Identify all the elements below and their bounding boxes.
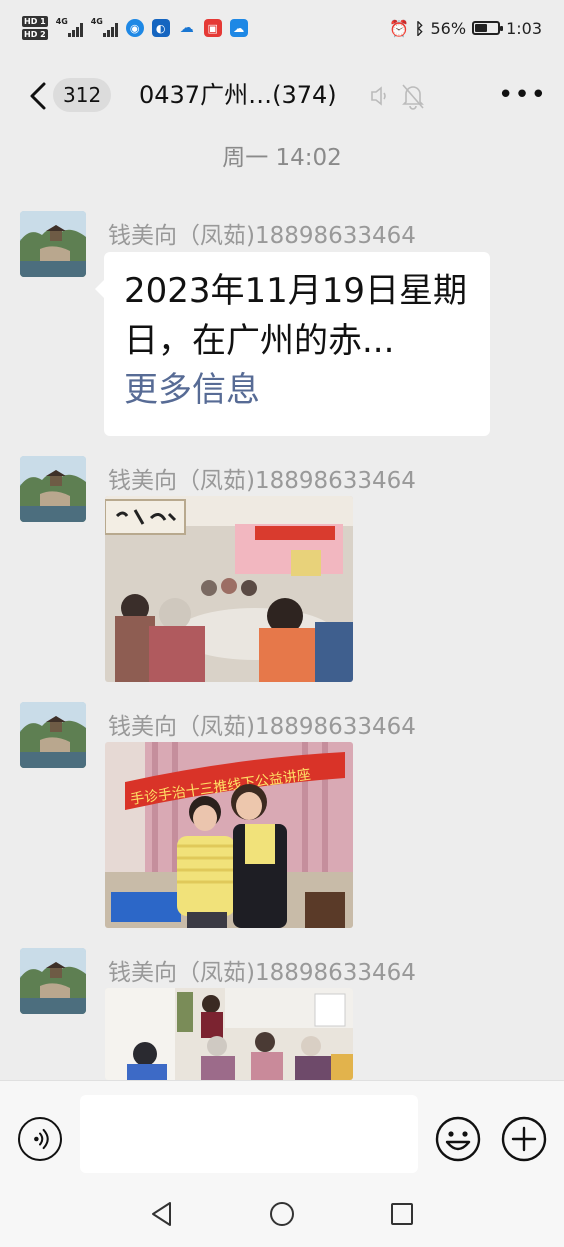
security-icon: ◐ [151, 19, 170, 37]
clock: 1:03 [506, 18, 542, 38]
image-message[interactable] [105, 496, 353, 682]
nav-back-icon[interactable] [146, 1198, 178, 1230]
mute-bell-icon [402, 84, 424, 110]
chat-header: 312 0437广州…(374) ••• [0, 56, 564, 136]
cloud-icon: ☁ [179, 20, 194, 36]
network-2-label: 4G [90, 17, 103, 26]
message-input[interactable] [80, 1095, 418, 1173]
sender-name: 钱美向（凤茹)18898633464 [108, 223, 416, 249]
status-right: ⏰ ᛒ 56% 1:03 [389, 19, 542, 38]
hd2-badge: HD 2 [22, 29, 48, 40]
time-divider: 周一 14:02 [222, 145, 342, 171]
network-1-label: 4G [55, 17, 68, 26]
more-icon[interactable]: ••• [498, 78, 546, 112]
battery-percent: 56% [430, 18, 467, 38]
books-icon: ▣ [203, 19, 222, 37]
battery-fill [475, 24, 488, 32]
chat-input-bar [0, 1080, 564, 1180]
photo-icon: 手诊手治十三推线下公益讲座 [105, 742, 353, 928]
photo-icon [105, 988, 353, 1080]
sender-avatar[interactable] [20, 702, 86, 768]
message-text: 2023年11月19日星期日，在广州的赤... [124, 271, 468, 361]
signal-1-icon: 4G [55, 17, 83, 37]
signal-2-icon: 4G [90, 17, 118, 37]
chat-title[interactable]: 0437广州…(374) [139, 74, 337, 116]
battery-icon [472, 21, 504, 35]
hd1-badge: HD 1 [22, 16, 48, 27]
avatar-image [20, 702, 86, 768]
earpiece-icon [371, 86, 386, 106]
image-message[interactable] [105, 988, 353, 1080]
sender-name: 钱美向（凤茹)18898633464 [108, 714, 416, 740]
hd-indicators: HD 1 HD 2 [22, 16, 48, 40]
nav-home-icon[interactable] [266, 1198, 298, 1230]
back-icon[interactable] [24, 78, 54, 114]
status-bar: HD 1 HD 2 4G 4G ◉ ◐ ☁ ▣ ☁ ⏰ ᛒ 56% 1:03 [0, 0, 564, 56]
nav-recents-icon[interactable] [386, 1198, 418, 1230]
avatar-image [20, 211, 86, 277]
plus-icon[interactable] [500, 1115, 548, 1163]
sender-name: 钱美向（凤茹)18898633464 [108, 960, 416, 986]
alarm-icon: ⏰ [388, 18, 409, 38]
weather-icon: ☁ [229, 19, 248, 37]
image-message[interactable]: 手诊手治十三推线下公益讲座 [105, 742, 353, 928]
sender-avatar[interactable] [20, 456, 86, 522]
browser-icon: ◉ [125, 19, 144, 37]
photo-icon [105, 496, 353, 682]
avatar-image [20, 456, 86, 522]
voice-icon[interactable] [18, 1117, 62, 1161]
system-navigation-bar [0, 1180, 564, 1247]
sender-avatar[interactable] [20, 211, 86, 277]
sender-name: 钱美向（凤茹)18898633464 [108, 468, 416, 494]
bluetooth-icon: ᛒ [414, 18, 425, 38]
unread-count-badge[interactable]: 312 [53, 78, 112, 112]
more-info-link[interactable]: 更多信息 [124, 366, 470, 414]
text-message-bubble[interactable]: 2023年11月19日星期日，在广州的赤... 更多信息 [95, 252, 490, 436]
sender-avatar[interactable] [20, 948, 86, 1014]
status-left: HD 1 HD 2 4G 4G ◉ ◐ ☁ ▣ ☁ [22, 16, 248, 40]
avatar-image [20, 948, 86, 1014]
emoji-icon[interactable] [434, 1115, 482, 1163]
